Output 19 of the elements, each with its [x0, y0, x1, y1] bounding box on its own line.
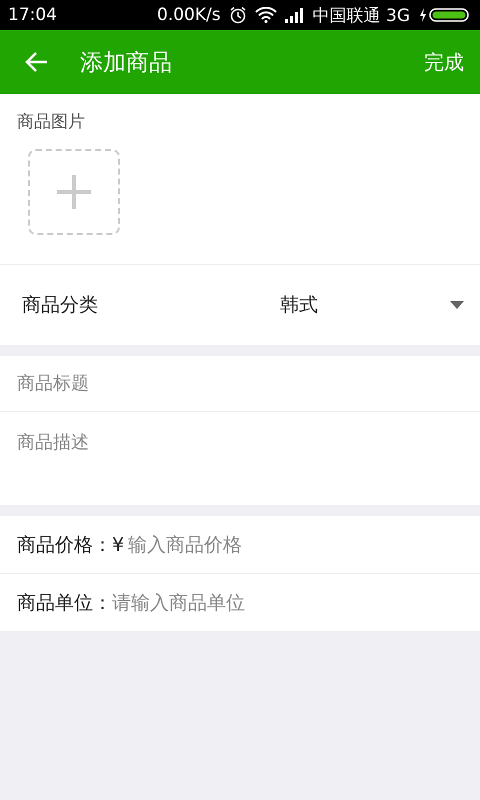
alarm-icon [228, 6, 247, 24]
price-field[interactable]: 输入商品价格 [128, 534, 463, 556]
category-dropdown[interactable]: 商品分类 韩式 [0, 265, 480, 345]
network-speed: 0.00K/s [157, 5, 221, 25]
carrier-name: 中国联通 3G [312, 4, 410, 26]
wifi-icon [254, 7, 277, 23]
description-field[interactable]: 商品描述 [0, 412, 480, 505]
section-label: 商品图片 [17, 111, 85, 133]
unit-field[interactable]: 请输入商品单位 [112, 592, 463, 614]
clock: 17:04 [8, 5, 57, 25]
battery-charging-icon [418, 7, 470, 23]
title-field[interactable]: 商品标题 [0, 356, 480, 412]
field-label: 商品单位： [17, 590, 112, 616]
plus-icon [55, 173, 93, 211]
page-title: 添加商品 [80, 48, 173, 78]
field-label: 商品价格： [17, 532, 112, 558]
signal-icon [284, 7, 305, 23]
dropdown-arrow-icon [450, 301, 464, 309]
currency-symbol: ¥ [112, 534, 124, 556]
